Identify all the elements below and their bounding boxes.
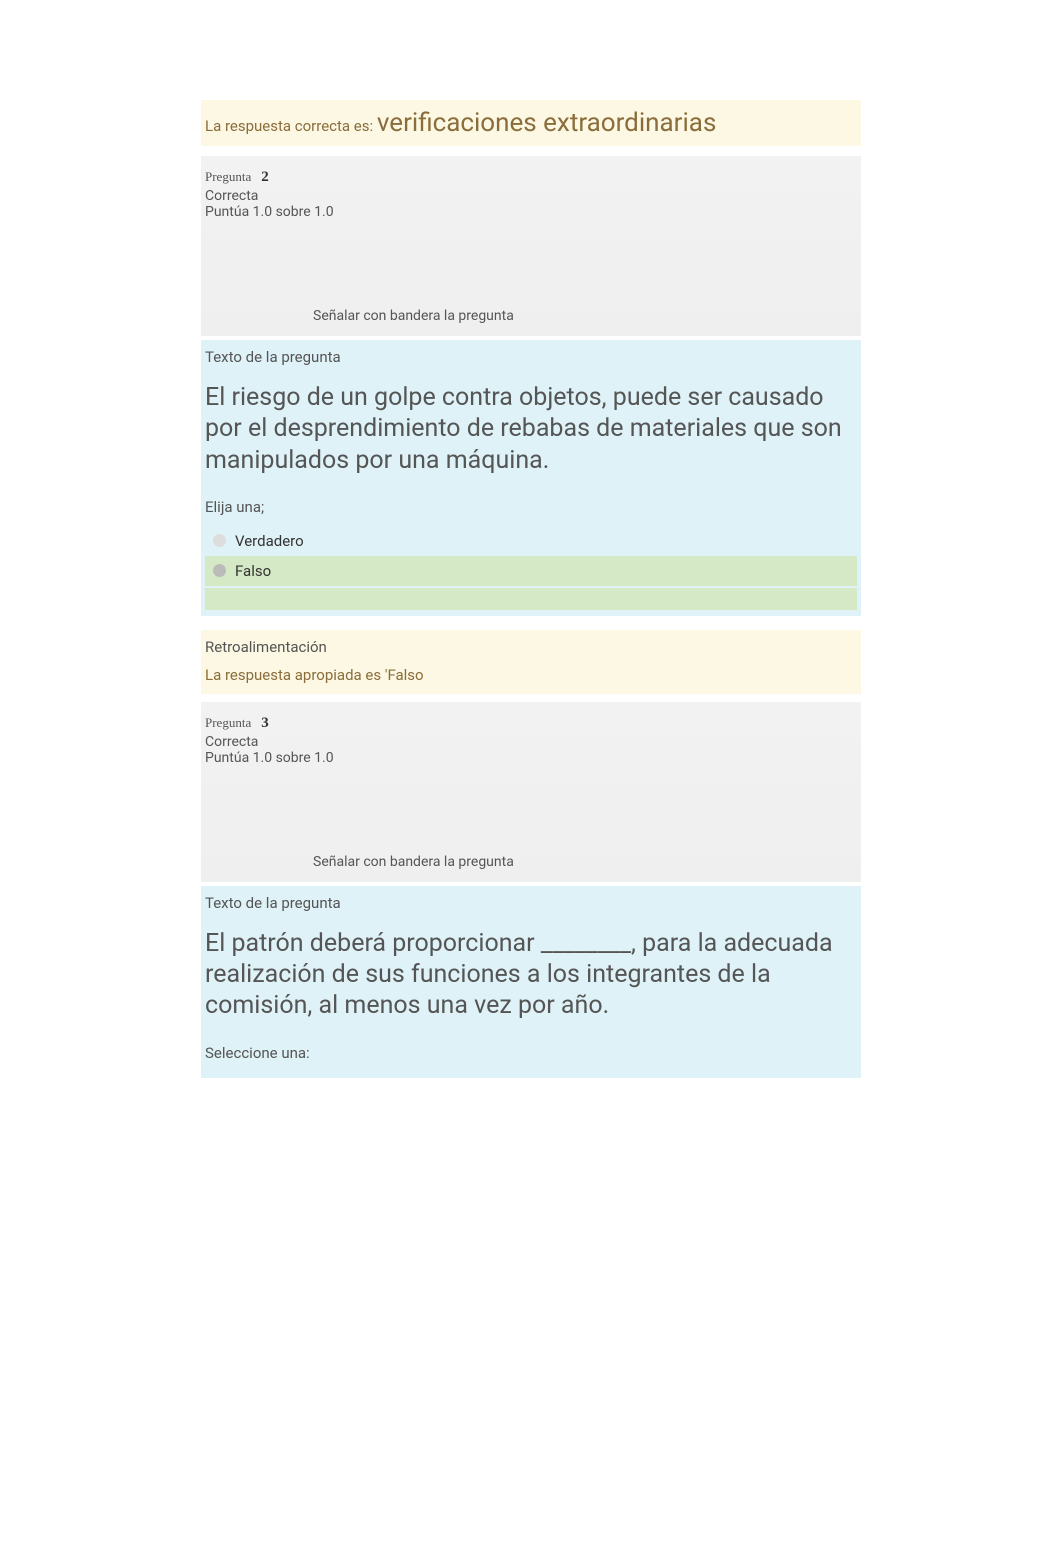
radio-icon[interactable] <box>213 564 226 577</box>
option-label: Verdadero <box>235 532 304 550</box>
q3-text-section: Texto de la pregunta El patrón deberá pr… <box>201 886 861 1030</box>
question-number: 3 <box>261 715 269 731</box>
choose-one-label: Seleccione una: <box>205 1044 857 1062</box>
question-score: Puntúa 1.0 sobre 1.0 <box>205 204 857 220</box>
flag-question-link[interactable]: Señalar con bandera la pregunta <box>313 854 857 870</box>
option-falso[interactable]: Falso <box>205 556 857 586</box>
question-label-row: Pregunta 3 <box>205 712 857 732</box>
choose-one-label: Elija una; <box>205 498 857 516</box>
q2-feedback-section: Retroalimentación La respuesta apropiada… <box>201 630 861 694</box>
question-score: Puntúa 1.0 sobre 1.0 <box>205 750 857 766</box>
question-label: Pregunta <box>205 715 251 730</box>
quiz-content: La respuesta correcta es: verificaciones… <box>201 0 861 1078</box>
q1-correct-answer-bar: La respuesta correcta es: verificaciones… <box>201 100 861 146</box>
option-label: Falso <box>235 562 271 580</box>
q3-header: Pregunta 3 Correcta Puntúa 1.0 sobre 1.0… <box>201 702 861 882</box>
question-text-body: El riesgo de un golpe contra objetos, pu… <box>205 382 857 476</box>
question-label-row: Pregunta 2 <box>205 166 857 186</box>
feedback-text: La respuesta apropiada es 'Falso <box>205 666 857 684</box>
option-verdadero[interactable]: Verdadero <box>205 526 857 556</box>
correct-highlight-bar <box>205 588 857 610</box>
q2-answer-section: Elija una; Verdadero Falso <box>201 484 861 616</box>
question-status: Correcta <box>205 734 857 750</box>
question-text-heading: Texto de la pregunta <box>205 894 857 912</box>
question-number: 2 <box>261 169 269 185</box>
question-text-body: El patrón deberá proporcionar ________, … <box>205 928 857 1022</box>
question-label: Pregunta <box>205 169 251 184</box>
correct-answer-prefix: La respuesta correcta es: <box>205 117 377 135</box>
feedback-heading: Retroalimentación <box>205 638 857 656</box>
q3-answer-section: Seleccione una: <box>201 1030 861 1078</box>
correct-answer-value: verificaciones extraordinarias <box>377 108 717 138</box>
question-text-heading: Texto de la pregunta <box>205 348 857 366</box>
question-status: Correcta <box>205 188 857 204</box>
radio-icon[interactable] <box>213 534 226 547</box>
q2-text-section: Texto de la pregunta El riesgo de un gol… <box>201 340 861 484</box>
flag-question-link[interactable]: Señalar con bandera la pregunta <box>313 308 857 324</box>
q2-header: Pregunta 2 Correcta Puntúa 1.0 sobre 1.0… <box>201 156 861 336</box>
